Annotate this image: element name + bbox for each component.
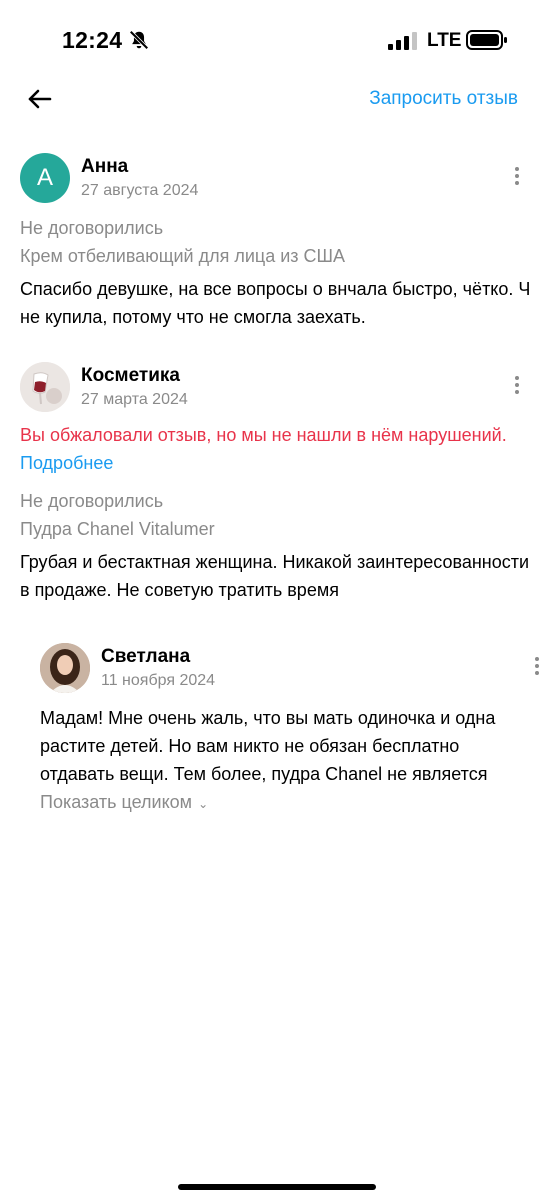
details-link[interactable]: Подробнее <box>20 449 533 477</box>
show-full-label: Показать целиком <box>40 792 193 812</box>
more-options-icon[interactable] <box>513 376 521 398</box>
back-arrow-icon[interactable] <box>24 83 56 115</box>
review-item-name: Крем отбеливающий для лица из США <box>20 246 346 266</box>
review-item-name: Пудра Chanel Vitalumer <box>20 519 215 539</box>
battery-icon <box>466 30 507 50</box>
show-full-button[interactable]: Показать целиком ⌄ <box>40 788 533 818</box>
avatar[interactable] <box>20 362 70 412</box>
chevron-down-icon: ⌄ <box>198 797 209 811</box>
avatar[interactable] <box>40 643 90 693</box>
review-item: Косметика 27 марта 2024 Вы обжаловали от… <box>20 362 539 823</box>
reply-text: Мадам! Мне очень жаль, что вы мать одино… <box>40 708 496 784</box>
more-options-icon[interactable] <box>533 657 541 679</box>
review-author[interactable]: Косметика <box>81 365 180 387</box>
status-time: 12:24 <box>62 27 123 53</box>
review-date: 27 августа 2024 <box>81 182 199 199</box>
request-review-link[interactable]: Запросить отзыв <box>369 88 518 110</box>
seller-reply: Светлана 11 ноября 2024 Мадам! Мне очень… <box>40 643 539 823</box>
profile-photo-icon <box>40 643 90 693</box>
review-text: Грубая и бестактная женщина. Никакой заи… <box>20 552 530 600</box>
more-options-icon[interactable] <box>513 167 521 189</box>
reply-author[interactable]: Светлана <box>101 646 190 668</box>
review-item: А Анна 27 августа 2024 Не договорились К… <box>20 153 533 333</box>
review-text: Спасибо девушке, на все вопросы о внчала… <box>20 279 531 327</box>
bell-muted-icon <box>129 30 149 50</box>
wine-glass-image-icon <box>20 362 70 412</box>
home-indicator[interactable] <box>178 1184 376 1190</box>
deal-status: Не договорились <box>20 218 164 238</box>
review-author[interactable]: Анна <box>81 156 128 178</box>
reply-date: 11 ноября 2024 <box>101 672 216 689</box>
review-date: 27 марта 2024 <box>81 391 188 408</box>
deal-status: Не договорились <box>20 491 164 511</box>
signal-icon <box>388 32 417 50</box>
status-bar: 12:24 LTE <box>0 0 553 80</box>
network-type: LTE <box>427 30 462 51</box>
avatar[interactable]: А <box>20 153 70 203</box>
appeal-notice: Вы обжаловали отзыв, но мы не нашли в нё… <box>20 425 507 445</box>
